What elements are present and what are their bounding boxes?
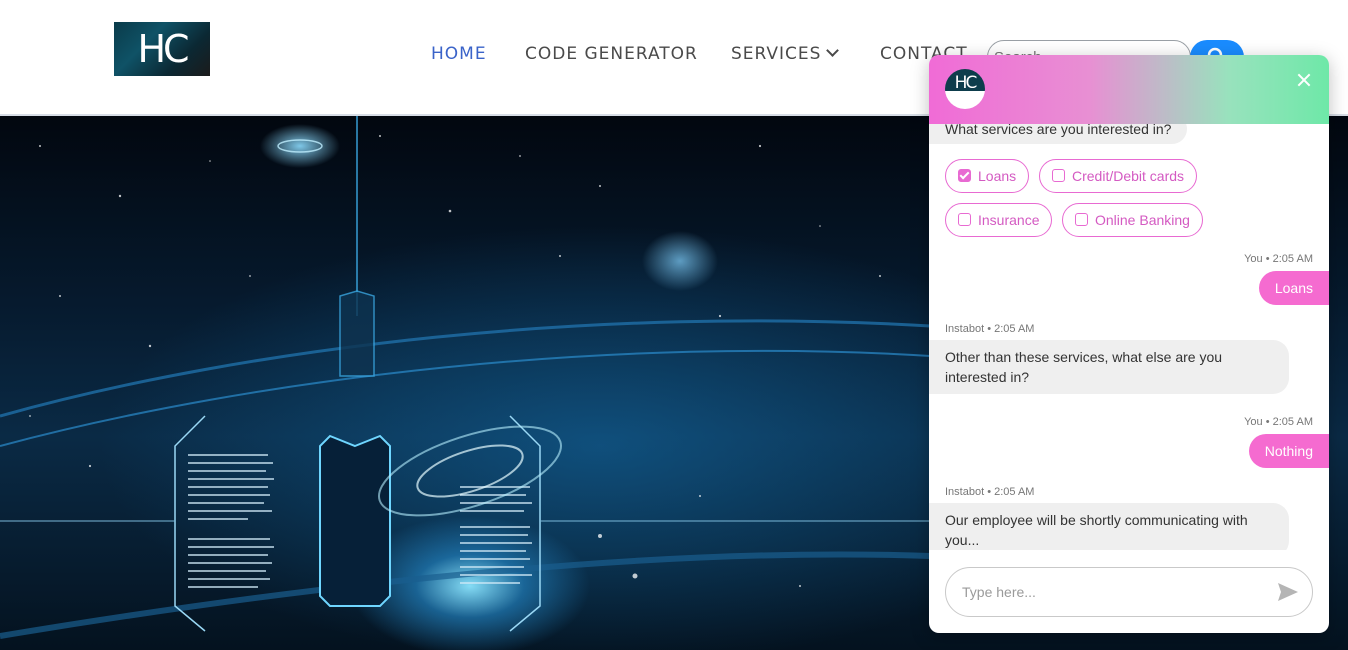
- option-loans[interactable]: Loans: [945, 159, 1030, 193]
- bot-avatar: HC: [945, 69, 985, 109]
- chat-messages: What services are you interested in? Loa…: [929, 124, 1329, 550]
- bot-message: Our employee will be shortly communicati…: [929, 503, 1289, 550]
- message-meta: Instabot • 2:05 AM: [945, 323, 1035, 335]
- option-label: Credit/Debit cards: [1072, 168, 1185, 184]
- user-message: Loans: [1258, 271, 1329, 305]
- send-icon[interactable]: [1277, 582, 1299, 602]
- nav-home[interactable]: HOME: [431, 44, 487, 64]
- option-insurance[interactable]: Insurance: [945, 203, 1053, 237]
- checkbox-icon: [1075, 213, 1088, 226]
- chat-message-input[interactable]: [945, 567, 1313, 617]
- site-logo[interactable]: HC: [114, 22, 210, 76]
- message-meta: Instabot • 2:05 AM: [945, 486, 1035, 498]
- nav-code-generator[interactable]: CODE GENERATOR: [525, 44, 698, 64]
- nav-services-label: SERVICES: [731, 44, 822, 64]
- option-label: Loans: [978, 168, 1017, 184]
- message-meta: You • 2:05 AM: [1244, 416, 1313, 428]
- bot-message: Other than these services, what else are…: [929, 340, 1289, 394]
- chat-header: HC: [929, 55, 1329, 124]
- checkbox-checked-icon: [958, 169, 971, 182]
- option-credit-debit-cards[interactable]: Credit/Debit cards: [1039, 159, 1198, 193]
- avatar-text: HC: [954, 73, 978, 93]
- checkbox-icon: [958, 213, 971, 226]
- close-icon[interactable]: [1293, 69, 1315, 91]
- option-label: Online Banking: [1095, 212, 1190, 228]
- checkbox-icon: [1052, 169, 1065, 182]
- option-online-banking[interactable]: Online Banking: [1062, 203, 1203, 237]
- message-meta: You • 2:05 AM: [1244, 253, 1313, 265]
- option-label: Insurance: [978, 212, 1040, 228]
- chat-widget: HC What services are you interested in? …: [929, 55, 1329, 633]
- user-message: Nothing: [1248, 434, 1329, 468]
- logo-text: HC: [137, 27, 189, 71]
- nav-services[interactable]: SERVICES: [731, 44, 840, 64]
- chevron-down-icon: [826, 44, 840, 57]
- bot-question-bubble: What services are you interested in?: [929, 124, 1188, 144]
